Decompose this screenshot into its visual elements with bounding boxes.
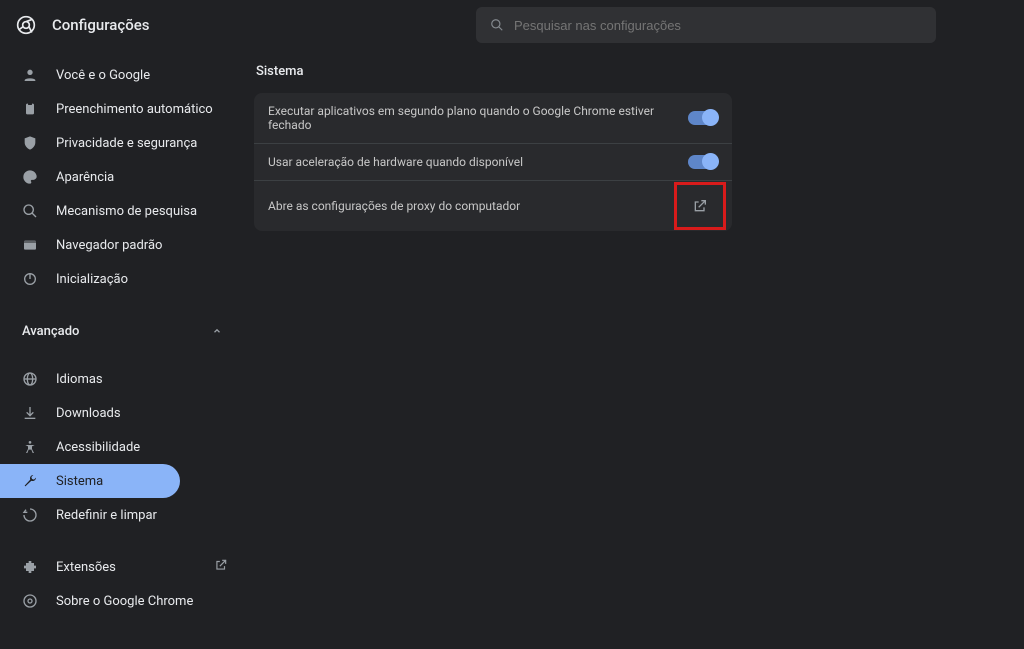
sidebar-item-label: Redefinir e limpar	[56, 508, 157, 523]
globe-icon	[22, 371, 38, 387]
sidebar-item-label: Privacidade e segurança	[56, 136, 197, 151]
extension-icon	[22, 559, 38, 575]
sidebar-item-downloads[interactable]: Downloads	[0, 396, 240, 430]
chevron-up-icon	[212, 326, 222, 336]
sidebar-item-label: Downloads	[56, 406, 121, 421]
sidebar-item-search-engine[interactable]: Mecanismo de pesquisa	[0, 194, 240, 228]
sidebar-item-about[interactable]: Sobre o Google Chrome	[0, 584, 240, 618]
sidebar-item-label: Acessibilidade	[56, 440, 140, 455]
sidebar-item-system[interactable]: Sistema	[0, 464, 180, 498]
sidebar-item-label: Aparência	[56, 170, 114, 185]
sidebar-item-label: Idiomas	[56, 372, 103, 387]
sidebar-item-you-and-google[interactable]: Você e o Google	[0, 58, 240, 92]
magnifier-icon	[22, 203, 38, 219]
settings-main: Sistema Executar aplicativos em segundo …	[240, 50, 1024, 649]
page-title: Configurações	[52, 16, 149, 34]
sidebar-item-label: Sobre o Google Chrome	[56, 594, 193, 609]
search-icon	[490, 18, 504, 32]
person-icon	[22, 67, 38, 83]
setting-row-proxy[interactable]: Abre as configurações de proxy do comput…	[254, 181, 732, 231]
sidebar-item-label: Navegador padrão	[56, 238, 162, 253]
sidebar-item-label: Preenchimento automático	[56, 102, 213, 117]
download-icon	[22, 405, 38, 421]
setting-label: Executar aplicativos em segundo plano qu…	[268, 104, 688, 132]
sidebar-item-privacy[interactable]: Privacidade e segurança	[0, 126, 240, 160]
sidebar-item-extensions[interactable]: Extensões	[0, 550, 240, 584]
settings-sidebar: Você e o Google Preenchimento automático…	[0, 50, 240, 649]
sidebar-item-label: Sistema	[56, 474, 103, 489]
search-bar[interactable]	[476, 7, 936, 43]
sidebar-item-label: Inicialização	[56, 272, 128, 287]
sidebar-section-label: Avançado	[22, 324, 79, 339]
sidebar-item-languages[interactable]: Idiomas	[0, 362, 240, 396]
toggle-knob	[702, 109, 719, 126]
wrench-icon	[22, 473, 38, 489]
setting-label: Abre as configurações de proxy do comput…	[268, 199, 674, 213]
sidebar-item-label: Mecanismo de pesquisa	[56, 204, 197, 219]
chrome-icon	[22, 593, 38, 609]
toggle-knob	[702, 153, 719, 170]
sidebar-item-autofill[interactable]: Preenchimento automático	[0, 92, 240, 126]
sidebar-item-label: Você e o Google	[56, 68, 150, 83]
chrome-logo-icon	[16, 15, 36, 35]
sidebar-item-accessibility[interactable]: Acessibilidade	[0, 430, 240, 464]
open-in-new-icon[interactable]	[692, 198, 708, 214]
sidebar-item-label: Extensões	[56, 560, 116, 575]
browser-icon	[22, 237, 38, 253]
setting-label: Usar aceleração de hardware quando dispo…	[268, 155, 688, 169]
sidebar-item-appearance[interactable]: Aparência	[0, 160, 240, 194]
system-settings-card: Executar aplicativos em segundo plano qu…	[254, 93, 732, 231]
open-in-new-icon	[214, 558, 228, 576]
search-input[interactable]	[514, 18, 922, 33]
setting-row-background-apps: Executar aplicativos em segundo plano qu…	[254, 93, 732, 144]
sidebar-item-on-startup[interactable]: Inicialização	[0, 262, 240, 296]
highlight-annotation	[674, 182, 726, 230]
clipboard-icon	[22, 101, 38, 117]
sidebar-item-reset[interactable]: Redefinir e limpar	[0, 498, 240, 532]
palette-icon	[22, 169, 38, 185]
accessibility-icon	[22, 439, 38, 455]
restore-icon	[22, 507, 38, 523]
sidebar-item-default-browser[interactable]: Navegador padrão	[0, 228, 240, 262]
section-title: Sistema	[256, 64, 1010, 79]
setting-row-hardware-accel: Usar aceleração de hardware quando dispo…	[254, 144, 732, 181]
shield-icon	[22, 135, 38, 151]
toggle-background-apps[interactable]	[688, 111, 718, 125]
toggle-hardware-accel[interactable]	[688, 155, 718, 169]
power-icon	[22, 271, 38, 287]
sidebar-advanced-toggle[interactable]: Avançado	[0, 314, 240, 348]
